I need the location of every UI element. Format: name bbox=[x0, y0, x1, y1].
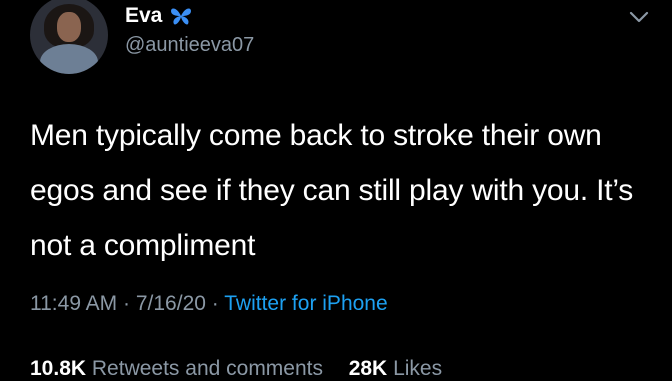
avatar-face bbox=[57, 12, 81, 42]
retweets-label: Retweets and comments bbox=[91, 357, 323, 380]
tweet-stats: 10.8K Retweets and comments 28K Likes bbox=[30, 357, 442, 381]
author-handle[interactable]: @auntieeva07 bbox=[125, 34, 254, 57]
meta-separator: · bbox=[211, 292, 219, 315]
butterfly-icon bbox=[170, 6, 192, 26]
likes-label: Likes bbox=[393, 357, 443, 380]
likes-count: 28K bbox=[348, 357, 388, 380]
retweets-count: 10.8K bbox=[30, 357, 87, 380]
tweet-time: 11:49 AM bbox=[30, 292, 118, 315]
avatar-shoulders bbox=[40, 44, 98, 74]
tweet-text: Men typically come back to stroke their … bbox=[30, 119, 634, 262]
author-name-row[interactable]: Eva bbox=[125, 4, 192, 28]
author-name[interactable]: Eva bbox=[125, 4, 162, 28]
tweet-meta: 11:49 AM · 7/16/20 · Twitter for iPhone bbox=[30, 292, 388, 316]
retweets-stat[interactable]: 10.8K Retweets and comments bbox=[30, 357, 329, 380]
meta-separator: · bbox=[123, 292, 131, 315]
chevron-down-icon[interactable] bbox=[628, 8, 650, 26]
likes-stat[interactable]: 28K Likes bbox=[349, 357, 442, 380]
tweet-date: 7/16/20 bbox=[135, 292, 206, 315]
avatar[interactable] bbox=[30, 0, 108, 74]
tweet-source-link[interactable]: Twitter for iPhone bbox=[224, 292, 387, 315]
